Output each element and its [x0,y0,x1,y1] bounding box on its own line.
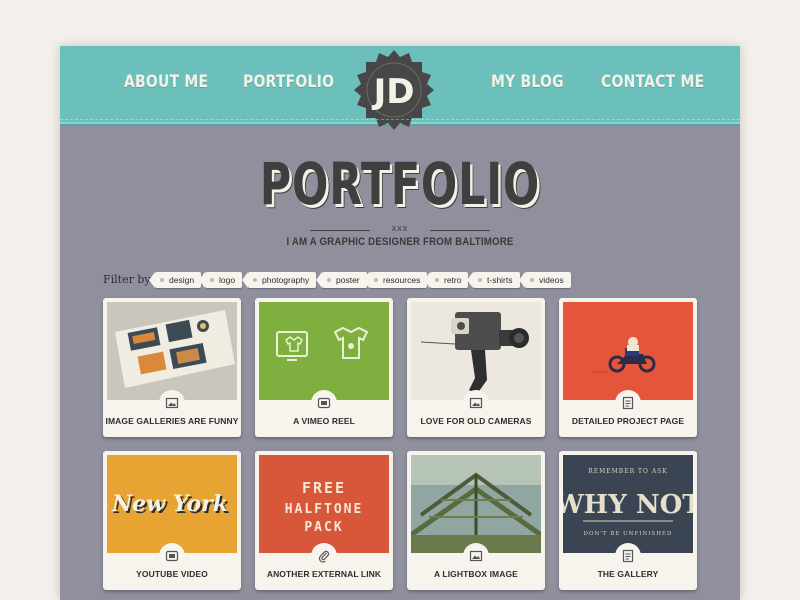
filter-tag-videos[interactable]: videos [519,272,571,288]
thumbnail-motorcycle-illustration [563,302,693,400]
thumbnail-retro-devices [107,302,237,400]
card-title: A VIMEO REEL [293,416,355,426]
divider-mark: xxx [391,223,409,233]
logo-seal-icon: JD [354,50,434,130]
document-icon [622,396,634,410]
card-title: IMAGE GALLERIES ARE FUNNY [105,416,239,426]
svg-text:New York: New York [111,491,228,517]
portfolio-card[interactable]: A LIGHTBOX IMAGE [407,451,545,590]
filter-tag-design[interactable]: design [148,272,202,288]
card-title: LOVE FOR OLD CAMERAS [420,416,532,426]
page-container: ABOUT ME PORTFOLIO JD MY BLOG CONTACT ME… [60,46,740,600]
nav-contact-me[interactable]: CONTACT ME [601,72,704,102]
image-icon [469,550,483,562]
logo-badge[interactable]: JD [352,48,436,132]
portfolio-card[interactable]: LOVE FOR OLD CAMERAS [407,298,545,437]
thumbnail-ferris-wheel-photo [411,455,541,553]
card-title: DETAILED PROJECT PAGE [571,416,685,426]
card-title: THE GALLERY [597,569,659,579]
svg-text:JD: JD [372,72,415,112]
site-header: ABOUT ME PORTFOLIO JD MY BLOG CONTACT ME [60,46,740,130]
title-divider: xxx [310,223,490,236]
portfolio-card[interactable]: IMAGE GALLERIES ARE FUNNY [103,298,241,437]
filter-tag-logo[interactable]: logo [198,272,243,288]
filter-label: Filter by [103,273,151,286]
thumbnail-new-york-type: New York New York [107,455,237,553]
card-title: YOUTUBE VIDEO [136,569,208,579]
svg-text:HALFTONE: HALFTONE [285,502,364,517]
portfolio-card[interactable]: REMEMBER TO ASK WHY NOT DON'T BE UNFINIS… [559,451,697,590]
thumbnail-free-halftone-pack: FREE HALFTONE PACK [259,455,389,553]
nav-my-blog[interactable]: MY BLOG [491,72,564,102]
thumbnail-old-camera [411,302,541,400]
card-title: A LIGHTBOX IMAGE [434,569,518,579]
portfolio-card[interactable]: A VIMEO REEL [255,298,393,437]
image-icon [165,397,179,409]
document-icon [622,549,634,563]
filter-tag-t-shirts[interactable]: t-shirts [467,272,520,288]
thumbnail-vimeo-reel [259,302,389,400]
svg-text:PACK: PACK [304,520,343,535]
video-icon [317,397,331,409]
svg-text:REMEMBER TO ASK: REMEMBER TO ASK [588,468,668,475]
portfolio-card[interactable]: New York New York YOUTUBE VIDEO [103,451,241,590]
page-subtitle: I AM A GRAPHIC DESIGNER FROM BALTIMORE [286,236,514,248]
filter-tag-photography[interactable]: photography [241,272,317,288]
card-title: ANOTHER EXTERNAL LINK [266,569,382,579]
portfolio-card[interactable]: FREE HALFTONE PACK ANOTHER EXTERNAL LINK [255,451,393,590]
nav-about-me[interactable]: ABOUT ME [124,72,208,102]
filter-tag-resources[interactable]: resources [362,272,428,288]
nav-portfolio[interactable]: PORTFOLIO [243,72,334,102]
svg-text:DON'T BE UNFINISHED: DON'T BE UNFINISHED [584,531,673,537]
thumbnail-why-not-chalkboard: REMEMBER TO ASK WHY NOT DON'T BE UNFINIS… [563,455,693,553]
page-title: PORTFOLIO [259,150,541,218]
svg-text:WHY NOT: WHY NOT [563,490,693,520]
image-icon [469,397,483,409]
portfolio-card[interactable]: DETAILED PROJECT PAGE [559,298,697,437]
svg-text:FREE: FREE [302,479,346,497]
filter-tag-poster[interactable]: poster [316,272,367,288]
filter-tag-retro[interactable]: retro [423,272,469,288]
video-icon [165,550,179,562]
paperclip-icon [318,550,330,563]
